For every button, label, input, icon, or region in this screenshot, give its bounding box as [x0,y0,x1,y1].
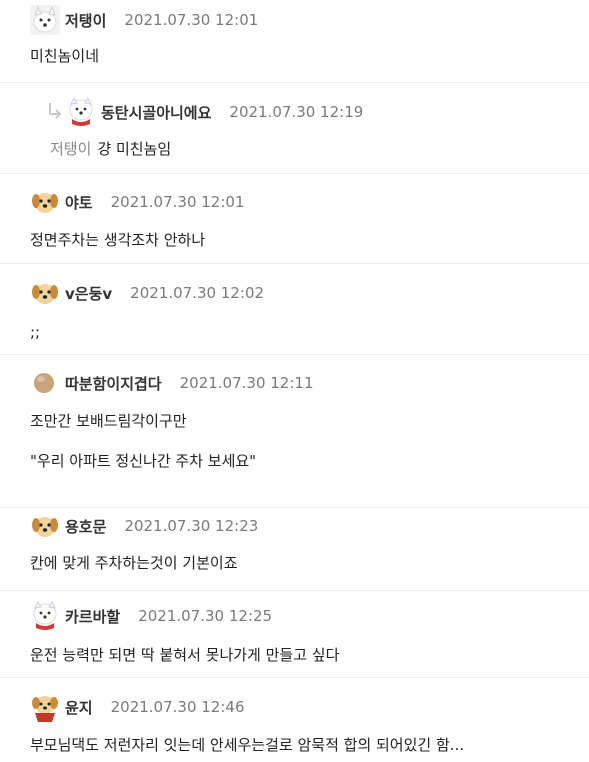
comment-date: 2021.07.30 12:46 [110,698,245,716]
egg-icon[interactable] [30,368,60,398]
comment-date: 2021.07.30 12:11 [179,374,314,392]
comment-item: 저탱이 2021.07.30 12:01 미친놈이네 [0,0,589,82]
comment-text: 조만간 보배드림각이구만 "우리 아파트 정신나간 주차 보세요" [30,412,257,470]
puppy-icon[interactable] [30,187,60,217]
comment-date: 2021.07.30 12:25 [138,607,273,625]
comment-date: 2021.07.30 12:01 [110,193,245,211]
comment-author[interactable]: 윤지 [65,697,93,718]
comment-item: 따분함이지겹다 2021.07.30 12:11 조만간 보배드림각이구만 "우… [0,354,589,507]
comment-author[interactable]: 동탄시골아니에요 [101,102,211,123]
comment-text: 칸에 맞게 주차하는것이 기본이죠 [30,554,238,572]
white-dog-scarf-icon[interactable] [30,600,60,631]
comment-author[interactable]: 카르바할 [65,606,120,627]
reply-arrow-icon [48,101,62,123]
comment-text: 저탱이 걍 미친놈임 [50,140,172,158]
comment-text: 부모님댁도 저런자리 잇는데 안세우는걸로 암묵적 합의 되어있긴 함... [30,736,465,754]
comment-date: 2021.07.30 12:23 [124,517,259,535]
comment-item: 윤지 2021.07.30 12:46 부모님댁도 저런자리 잇는데 안세우는걸… [0,677,589,762]
comment-author[interactable]: 용호문 [65,516,106,537]
comment-date: 2021.07.30 12:02 [130,284,265,302]
comment-text: ;; [30,323,41,341]
puppy-icon[interactable] [30,511,60,541]
reply-item: 동탄시골아니에요 2021.07.30 12:19 저탱이 걍 미친놈임 [0,82,589,173]
puppy-cape-icon[interactable] [30,692,60,722]
comment-text: 정면주차는 생각조차 안하나 [30,231,206,249]
comment-item: 야토 2021.07.30 12:01 정면주차는 생각조차 안하나 [0,173,589,263]
comment-author[interactable]: 따분함이지겹다 [65,373,162,394]
comment-item: 카르바할 2021.07.30 12:25 운전 능력만 되면 딱 붙혀서 못나… [0,590,589,677]
comment-author[interactable]: v은둥v [65,283,112,304]
comment-item: v은둥v 2021.07.30 12:02 ;; [0,263,589,354]
white-dog-scarf-icon[interactable] [66,96,96,127]
comment-text: 미친놈이네 [30,47,100,65]
comment-author[interactable]: 저탱이 [65,10,106,31]
comment-item: 용호문 2021.07.30 12:23 칸에 맞게 주차하는것이 기본이죠 [0,507,589,590]
puppy-icon[interactable] [30,278,60,308]
comment-author[interactable]: 야토 [65,192,93,213]
white-dog-icon[interactable] [30,5,60,35]
reply-target[interactable]: 저탱이 [50,140,91,158]
comment-date: 2021.07.30 12:01 [124,11,259,29]
comment-date: 2021.07.30 12:19 [229,103,364,121]
comment-text: 운전 능력만 되면 딱 붙혀서 못나가게 만들고 싶다 [30,646,340,664]
